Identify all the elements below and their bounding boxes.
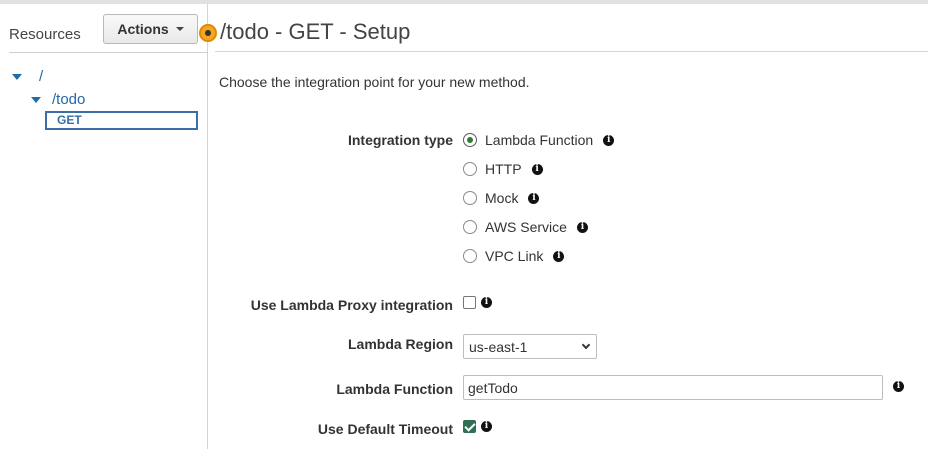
info-icon[interactable]: i [893,381,904,392]
info-icon[interactable]: i [481,421,492,432]
radio-mock[interactable]: Mock i [463,190,540,206]
radio-button[interactable] [463,133,477,147]
radio-label[interactable]: Mock [485,190,518,206]
page-title: /todo - GET - Setup [220,19,411,44]
expand-caret-icon[interactable] [12,73,22,80]
tree-item-todo[interactable]: /todo [31,91,85,108]
info-icon[interactable]: i [531,163,543,175]
info-icon[interactable]: i [481,297,492,308]
tree-item-get-method[interactable]: GET [45,111,198,130]
lambda-region-select[interactable]: us-east-1 [463,334,597,359]
info-icon[interactable]: i [553,250,565,262]
radio-label[interactable]: HTTP [485,161,522,177]
resources-title: Resources [9,26,81,43]
lambda-function-label: Lambda Function [336,381,453,397]
info-icon[interactable]: i [603,134,615,146]
radio-label[interactable]: VPC Link [485,248,543,264]
radio-lambda-function[interactable]: Lambda Function i [463,132,615,148]
integration-type-label: Integration type [347,132,453,148]
info-icon[interactable]: i [576,221,588,233]
radio-label[interactable]: AWS Service [485,219,567,235]
radio-button[interactable] [463,249,477,263]
title-divider [215,51,928,52]
expand-caret-icon[interactable] [31,96,41,103]
actions-button[interactable]: Actions [103,14,198,44]
lambda-region-value: us-east-1 [469,338,528,355]
radio-vpc-link[interactable]: VPC Link i [463,248,565,264]
resources-panel: Resources Actions / /todo GET [0,4,208,449]
actions-label: Actions [117,21,169,37]
default-timeout-label: Use Default Timeout [317,421,453,437]
lambda-function-input[interactable] [463,375,883,400]
tree-todo-link[interactable]: /todo [52,91,85,108]
lambda-proxy-checkbox[interactable] [463,296,476,309]
intro-text: Choose the integration point for your ne… [219,74,530,90]
radio-aws-service[interactable]: AWS Service i [463,219,588,235]
radio-label[interactable]: Lambda Function [485,132,593,148]
chevron-down-icon [581,340,591,350]
radio-http[interactable]: HTTP i [463,161,543,177]
caret-down-icon [175,27,184,31]
status-dot-icon [199,24,217,42]
tree-root-link[interactable]: / [39,68,43,85]
lambda-region-label: Lambda Region [347,336,453,352]
radio-button[interactable] [463,162,477,176]
info-icon[interactable]: i [528,192,540,204]
panel-divider [9,52,208,53]
default-timeout-checkbox[interactable] [463,420,476,433]
tree-item-root[interactable]: / [12,68,43,85]
lambda-proxy-label: Use Lambda Proxy integration [250,297,453,313]
radio-button[interactable] [463,220,477,234]
radio-button[interactable] [463,191,477,205]
